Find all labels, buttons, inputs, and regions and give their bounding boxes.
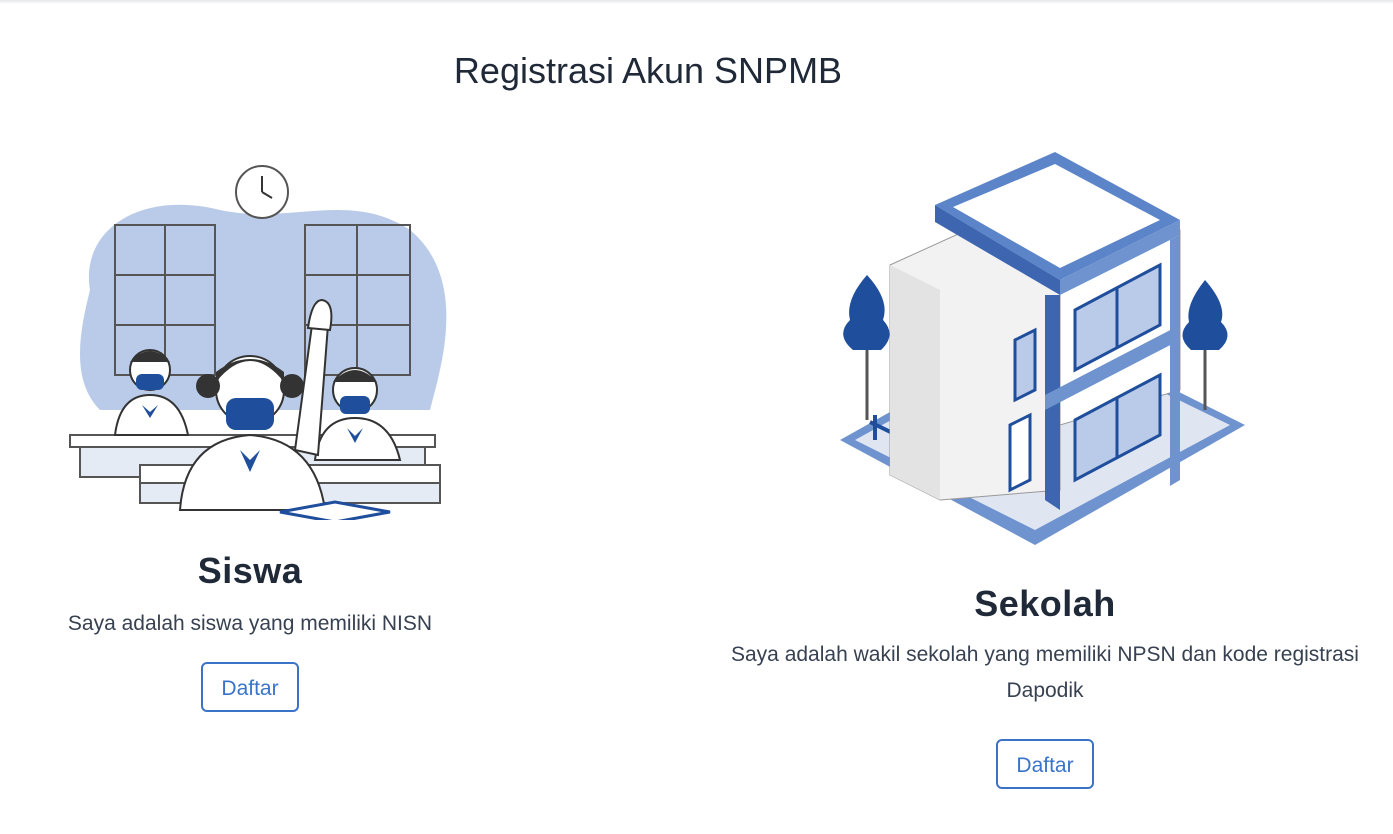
daftar-sekolah-button[interactable]: Daftar <box>996 739 1094 789</box>
card-description-siswa: Saya adalah siswa yang memiliki NISN <box>67 612 433 635</box>
top-divider <box>0 0 1393 4</box>
card-sekolah: Sekolah Saya adalah wakil sekolah yang m… <box>700 150 1390 789</box>
card-title-siswa: Siswa <box>197 550 303 591</box>
card-title-sekolah: Sekolah <box>974 583 1116 624</box>
page-title: Registrasi Akun SNPMB <box>453 50 843 91</box>
card-description-sekolah: Saya adalah wakil sekolah yang memiliki … <box>731 643 1359 702</box>
card-siswa: Siswa Saya adalah siswa yang memiliki NI… <box>40 150 460 712</box>
school-building-illustration <box>840 152 1245 545</box>
daftar-siswa-button[interactable]: Daftar <box>201 662 299 712</box>
students-classroom-illustration <box>69 165 447 520</box>
